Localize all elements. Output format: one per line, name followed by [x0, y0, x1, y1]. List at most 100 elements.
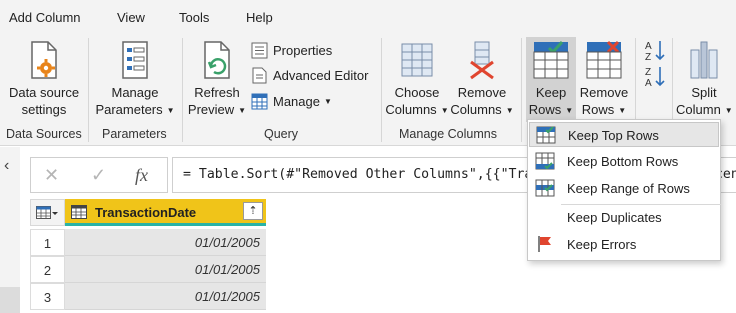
data-source-settings-icon: [31, 41, 57, 79]
choose-columns-label-2: Columns: [385, 102, 437, 117]
table-menu-button[interactable]: [30, 199, 65, 226]
group-label-parameters: Parameters: [102, 127, 167, 141]
menu-item-keep-errors[interactable]: Keep Errors: [529, 232, 719, 257]
date-type-icon[interactable]: [71, 205, 87, 219]
menu-item-keep-duplicates[interactable]: Keep Duplicates: [529, 205, 719, 230]
choose-columns-icon: [401, 43, 433, 77]
remove-columns-label-2: Columns: [450, 102, 502, 117]
chevron-down-icon: ▼: [618, 106, 627, 116]
column-header-transactiondate[interactable]: TransactionDate ⇡: [65, 199, 266, 226]
menu-item-label: Keep Duplicates: [567, 210, 662, 225]
menu-item-keep-top-rows[interactable]: Keep Top Rows: [529, 122, 719, 147]
chevron-down-icon: ▼: [166, 106, 175, 116]
tab-view[interactable]: View: [117, 10, 145, 25]
menu-item-label: Keep Errors: [567, 237, 637, 252]
remove-rows-label-1: Remove: [579, 85, 629, 100]
keep-top-rows-icon: [536, 126, 556, 144]
chevron-down-icon: ▼: [565, 106, 574, 116]
group-label-manage-columns: Manage Columns: [399, 127, 497, 141]
group-divider: [521, 38, 522, 142]
ribbon-tab-row: Add Column View Tools Help: [0, 0, 736, 34]
tab-add-column[interactable]: Add Column: [9, 10, 81, 25]
properties-button[interactable]: Properties: [251, 42, 332, 59]
choose-columns-label-1: Choose: [394, 85, 440, 100]
keep-rows-icon: [533, 40, 569, 79]
row-number: 2: [30, 256, 65, 283]
remove-rows-icon: [586, 40, 622, 79]
split-column-button[interactable]: Split Column ▼: [676, 40, 733, 119]
remove-columns-icon: [470, 41, 494, 80]
advanced-editor-button[interactable]: Advanced Editor: [251, 67, 368, 84]
chevron-down-icon: ▼: [724, 106, 733, 116]
remove-rows-label-2: Rows: [581, 102, 615, 117]
table-cell[interactable]: 01/01/2005: [65, 283, 266, 310]
chevron-down-icon: ▼: [238, 106, 247, 116]
manage-query-button[interactable]: Manage ▼: [251, 93, 332, 110]
refresh-preview-label-2: Preview: [187, 102, 235, 117]
remove-columns-button[interactable]: Remove Columns ▼: [450, 40, 514, 119]
chevron-down-icon: ▼: [440, 106, 449, 116]
data-source-settings-button[interactable]: Data source settings: [4, 40, 84, 118]
keep-rows-menu: Keep Top Rows Keep Bottom Rows Keep Rang…: [527, 119, 721, 261]
expand-queries-chevron-icon[interactable]: ‹: [4, 157, 9, 175]
row-number: 1: [30, 229, 65, 256]
chevron-down-icon: ▼: [505, 106, 514, 116]
manage-parameters-label-1: Manage: [111, 85, 159, 100]
queries-pane-collapsed: ‹: [0, 147, 20, 313]
refresh-preview-button[interactable]: Refresh Preview ▼: [186, 40, 248, 119]
column-name: TransactionDate: [95, 205, 197, 220]
cancel-formula-icon[interactable]: ✕: [44, 165, 59, 186]
flag-icon: [538, 236, 551, 252]
manage-parameters-icon: [122, 41, 148, 79]
group-divider: [88, 38, 89, 142]
refresh-preview-label-1: Refresh: [194, 85, 240, 100]
row-number: 3: [30, 283, 65, 310]
svg-text:Z: Z: [645, 52, 651, 62]
properties-label: Properties: [273, 43, 333, 58]
tab-tools[interactable]: Tools: [179, 10, 209, 25]
tab-help[interactable]: Help: [246, 10, 273, 25]
svg-text:Z: Z: [645, 67, 651, 78]
manage-parameters-label-2: Parameters: [95, 102, 163, 117]
manage-parameters-button[interactable]: Manage Parameters ▼: [92, 40, 178, 119]
formula-bar-buttons: ✕ ✓ fx: [30, 157, 168, 193]
refresh-icon: [204, 41, 230, 79]
manage-table-icon: [251, 93, 268, 110]
queries-pane-lower: [0, 287, 20, 313]
split-column-label-1: Split: [691, 85, 717, 100]
svg-text:A: A: [645, 41, 652, 52]
keep-range-of-rows-icon: [535, 179, 555, 197]
remove-columns-label-1: Remove: [457, 85, 507, 100]
remove-rows-button[interactable]: Remove Rows ▼: [578, 40, 630, 119]
keep-rows-label-2: Rows: [528, 102, 562, 117]
properties-icon: [251, 42, 268, 59]
advanced-editor-icon: [252, 67, 267, 84]
split-column-icon: [690, 41, 718, 79]
keep-bottom-rows-icon: [535, 152, 555, 170]
table-icon: [36, 206, 58, 219]
group-label-query: Query: [264, 127, 299, 141]
menu-item-label: Keep Bottom Rows: [567, 154, 679, 169]
table-cell[interactable]: 01/01/2005: [65, 256, 266, 283]
data-source-settings-label-1: Data source: [8, 85, 80, 100]
svg-text:A: A: [645, 78, 652, 88]
choose-columns-button[interactable]: Choose Columns ▼: [384, 40, 450, 119]
sort-ascending-icon[interactable]: A Z: [644, 38, 666, 62]
data-source-settings-label-2: settings: [21, 102, 67, 117]
keep-rows-label-1: Keep: [535, 85, 567, 100]
group-divider: [381, 38, 382, 142]
fx-icon[interactable]: fx: [135, 165, 148, 186]
sort-descending-icon[interactable]: Z A: [644, 64, 666, 88]
column-filter-sort-button[interactable]: ⇡: [243, 202, 263, 220]
menu-item-keep-bottom-rows[interactable]: Keep Bottom Rows: [529, 149, 719, 174]
menu-item-label: Keep Range of Rows: [567, 181, 690, 196]
advanced-editor-label: Advanced Editor: [273, 68, 369, 83]
menu-item-keep-range-of-rows[interactable]: Keep Range of Rows: [529, 176, 719, 201]
commit-formula-icon[interactable]: ✓: [91, 165, 106, 186]
chevron-down-icon: ▼: [323, 97, 332, 106]
menu-item-label: Keep Top Rows: [568, 128, 659, 143]
manage-query-label: Manage: [273, 94, 320, 109]
keep-rows-button[interactable]: Keep Rows ▼: [526, 40, 576, 119]
table-cell[interactable]: 01/01/2005: [65, 229, 266, 256]
group-divider: [182, 38, 183, 142]
